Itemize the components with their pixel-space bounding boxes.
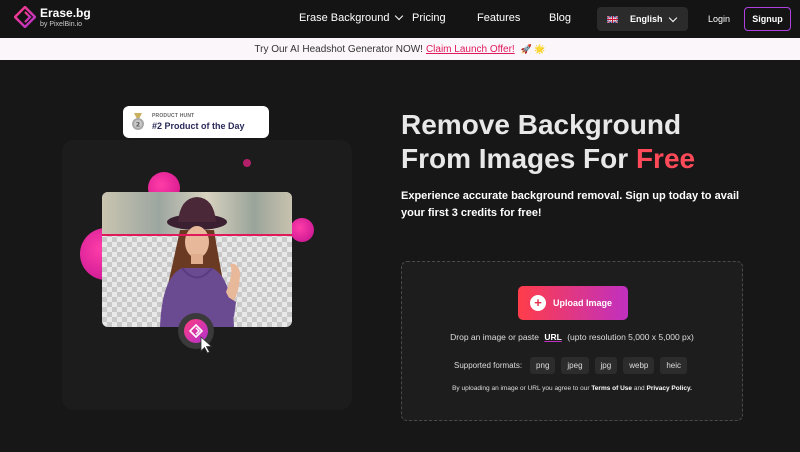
upload-dropzone[interactable]: + Upload Image Drop an image or paste UR…	[401, 261, 743, 421]
nav-erase-background[interactable]: Erase Background	[299, 11, 403, 24]
format-chip-heic: heic	[660, 357, 688, 374]
terms-and: and	[633, 385, 645, 392]
terms-prefix: By uploading an image or URL you agree t…	[452, 385, 590, 392]
hero-title: Remove Background From Images For Free	[401, 108, 695, 176]
format-chip-png: png	[530, 357, 556, 374]
supported-formats: Supported formats: png jpeg jpg webp hei…	[454, 357, 693, 374]
logo-icon	[14, 6, 36, 28]
top-navbar: Erase.bg by PixelBin.io Erase Background…	[0, 0, 800, 38]
upload-image-label: Upload Image	[553, 298, 613, 308]
terms-notice: By uploading an image or URL you agree t…	[402, 385, 742, 392]
language-label: English	[630, 14, 663, 24]
promo-banner: Try Our AI Headshot Generator NOW! Claim…	[0, 38, 800, 60]
plus-icon: +	[530, 295, 546, 311]
nav-blog[interactable]: Blog	[549, 12, 571, 24]
hero-subtitle: Experience accurate background removal. …	[401, 190, 740, 219]
medal-icon: 2	[132, 113, 144, 130]
svg-text:2: 2	[136, 122, 140, 129]
format-chip-jpeg: jpeg	[561, 357, 589, 374]
badge-caption: PRODUCT HUNT	[152, 112, 195, 119]
drop-instructions: Drop an image or paste URL (upto resolut…	[402, 332, 742, 342]
banner-emoji: 🚀 🌟	[520, 43, 546, 54]
nav-erase-background-label: Erase Background	[299, 12, 390, 24]
language-selector[interactable]: English	[597, 7, 688, 31]
decorative-dot	[243, 159, 251, 167]
privacy-policy-link[interactable]: Privacy Policy.	[647, 385, 692, 392]
chevron-down-icon	[668, 13, 678, 23]
banner-text: Try Our AI Headshot Generator NOW!	[254, 43, 423, 55]
cutout-divider-line	[102, 234, 292, 236]
product-hunt-badge[interactable]: 2 PRODUCT HUNT #2 Product of the Day	[123, 106, 269, 138]
drop-prefix: Drop an image or paste	[450, 332, 539, 342]
before-after-preview-image	[102, 192, 292, 327]
badge-title: #2 Product of the Day	[152, 120, 245, 131]
format-chip-webp: webp	[623, 357, 655, 374]
formats-label: Supported formats:	[454, 361, 523, 370]
hero-title-line1: Remove Background	[401, 109, 682, 140]
woman-in-hat-illustration	[160, 197, 240, 327]
logo-title: Erase.bg	[40, 5, 91, 20]
login-link[interactable]: Login	[708, 14, 730, 24]
uk-flag-icon	[607, 15, 618, 23]
drop-suffix: (upto resolution 5,000 x 5,000 px)	[567, 332, 694, 342]
mouse-cursor-icon	[200, 336, 213, 354]
nav-features[interactable]: Features	[477, 12, 520, 24]
signup-button[interactable]: Signup	[744, 7, 791, 31]
decorative-circle	[290, 218, 314, 242]
nav-pricing[interactable]: Pricing	[412, 12, 446, 24]
logo-subtitle: by PixelBin.io	[40, 20, 83, 28]
chevron-down-icon	[394, 11, 403, 21]
terms-of-use-link[interactable]: Terms of Use	[591, 385, 632, 392]
logo[interactable]: Erase.bg by PixelBin.io	[14, 6, 91, 28]
format-chip-jpg: jpg	[594, 357, 618, 374]
upload-image-button[interactable]: + Upload Image	[518, 286, 628, 320]
hero-title-line2-prefix: From Images For	[401, 143, 629, 174]
hero-title-highlight: Free	[635, 143, 696, 174]
claim-offer-link[interactable]: Claim Launch Offer!	[426, 44, 515, 55]
paste-url-link[interactable]: URL	[544, 332, 561, 342]
hero-title-line2: From Images For Free	[401, 142, 695, 176]
